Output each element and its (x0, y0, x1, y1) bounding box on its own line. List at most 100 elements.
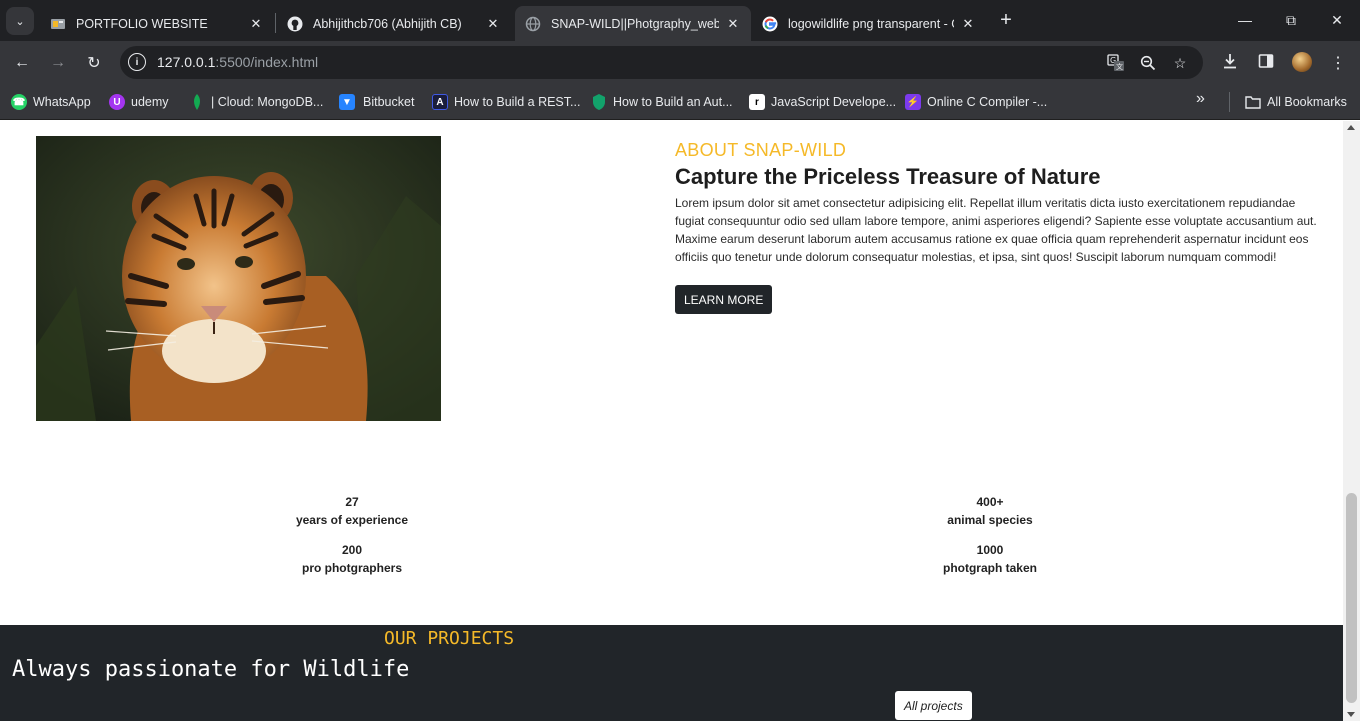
bookmarks-overflow-button[interactable]: » (1196, 90, 1205, 108)
google-icon (762, 16, 778, 32)
about-text: Lorem ipsum dolor sit amet consectetur a… (675, 196, 1317, 264)
udemy-icon: U (109, 94, 125, 110)
browser-toolbar: ← → ↻ i 127.0.0.1:5500/index.html G文 ☆ ⋮ (0, 41, 1360, 84)
arrow-right-icon: → (50, 54, 66, 71)
forward-button[interactable]: → (45, 50, 71, 76)
bookmark-label: Bitbucket (363, 95, 415, 109)
star-icon[interactable]: ☆ (1169, 52, 1191, 74)
auth0-icon: A (432, 94, 448, 110)
mongodb-icon (189, 94, 205, 110)
folder-icon (1245, 94, 1261, 110)
stat-value: 200 (341, 543, 363, 557)
bitbucket-icon: ▼ (339, 94, 355, 110)
minimize-icon: — (1238, 12, 1252, 28)
all-bookmarks-button[interactable]: All Bookmarks (1245, 92, 1347, 112)
plus-icon: + (1000, 8, 1012, 31)
bookmark-label: JavaScript Develope... (771, 95, 897, 109)
projects-title: Always passionate for Wildlife (12, 657, 410, 682)
bookmark-udemy[interactable]: U udemy (109, 92, 169, 112)
url-text[interactable]: 127.0.0.1:5500/index.html (157, 54, 318, 70)
double-chevron-right-icon: » (1196, 90, 1205, 107)
bookmark-mongodb[interactable]: | Cloud: MongoDB... (189, 92, 323, 112)
url-host: 127.0.0.1 (157, 54, 216, 70)
arrow-left-icon: ← (14, 54, 30, 71)
stat-label: pro photgraphers (301, 561, 402, 575)
tab-title: SNAP-WILD||Photgraphy_websi (551, 16, 719, 31)
reload-button[interactable]: ↻ (81, 50, 107, 76)
close-icon[interactable]: ✕ (485, 16, 501, 32)
close-icon: ✕ (1331, 11, 1343, 28)
menu-button[interactable]: ⋮ (1325, 50, 1351, 76)
projects-section: OUR PROJECTS Always passionate for Wildl… (0, 625, 1343, 721)
scrollbar-thumb[interactable] (1346, 493, 1357, 703)
scroll-up-icon[interactable] (1347, 125, 1355, 130)
stat-photographers: 200 pro photgraphers (242, 541, 462, 577)
about-title: Capture the Priceless Treasure of Nature (675, 164, 1101, 189)
bookmark-whatsapp[interactable]: ☎ WhatsApp (11, 92, 91, 112)
more-vert-icon: ⋮ (1330, 55, 1346, 72)
github-icon (287, 16, 303, 32)
reload-icon: ↻ (87, 55, 101, 72)
close-icon[interactable]: ✕ (725, 16, 741, 32)
shield-icon (591, 94, 607, 110)
stat-value: 1000 (976, 543, 1004, 557)
side-panel-icon (1258, 53, 1274, 74)
new-tab-button[interactable]: + (994, 8, 1018, 32)
projects-eyebrow: OUR PROJECTS (384, 628, 515, 649)
restore-icon: ⧉ (1286, 11, 1296, 28)
whatsapp-icon: ☎ (11, 94, 27, 110)
stat-label: years of experience (295, 513, 409, 527)
close-icon[interactable]: ✕ (248, 16, 264, 32)
bookmarks-bar: ☎ WhatsApp U udemy | Cloud: MongoDB... ▼… (0, 84, 1360, 120)
restore-button[interactable]: ⧉ (1279, 8, 1303, 32)
bookmark-rest[interactable]: A How to Build a REST... (432, 92, 580, 112)
tab-separator (275, 13, 276, 33)
tab-title: logowildlife png transparent - G (788, 16, 954, 31)
tab-title: Abhijithcb706 (Abhijith CB) (313, 16, 462, 31)
bookmark-javascript[interactable]: r JavaScript Develope... (749, 92, 896, 112)
learn-more-button[interactable]: LEARN MORE (675, 285, 773, 314)
bookmark-label: How to Build an Aut... (613, 95, 733, 109)
translate-icon[interactable]: G文 (1105, 52, 1127, 74)
bookmark-label: | Cloud: MongoDB... (211, 95, 324, 109)
scroll-down-icon[interactable] (1347, 712, 1355, 717)
close-window-button[interactable]: ✕ (1325, 8, 1349, 32)
profile-avatar[interactable] (1292, 52, 1312, 72)
bookmark-bitbucket[interactable]: ▼ Bitbucket (339, 92, 414, 112)
side-panel-button[interactable] (1253, 50, 1279, 76)
all-bookmarks-label: All Bookmarks (1267, 95, 1347, 109)
stat-label: animal species (947, 513, 1033, 527)
bookmark-compiler[interactable]: ⚡ Online C Compiler -... (905, 92, 1047, 112)
url-path: :5500/index.html (215, 54, 319, 70)
zoom-icon[interactable] (1137, 52, 1159, 74)
bookmark-label: WhatsApp (33, 95, 91, 109)
tab-portfolio[interactable]: PORTFOLIO WEBSITE ✕ (40, 6, 274, 41)
address-bar[interactable]: i 127.0.0.1:5500/index.html G文 ☆ (120, 46, 1203, 79)
bookmark-label: Online C Compiler -... (927, 95, 1048, 109)
chevron-down-icon: ⌄ (15, 15, 25, 28)
info-icon[interactable]: i (128, 53, 146, 71)
about-eyebrow: ABOUT SNAP-WILD (675, 140, 847, 160)
tab-strip: ⌄ PORTFOLIO WEBSITE ✕ Abhijithcb706 (Abh… (0, 0, 1360, 41)
tab-github[interactable]: Abhijithcb706 (Abhijith CB) ✕ (277, 6, 511, 41)
download-icon (1222, 53, 1238, 74)
svg-text:文: 文 (1116, 62, 1123, 71)
bookmark-auth[interactable]: How to Build an Aut... (591, 92, 733, 112)
tab-google[interactable]: logowildlife png transparent - G ✕ (752, 6, 986, 41)
download-button[interactable] (1217, 50, 1243, 76)
tab-search-button[interactable]: ⌄ (6, 7, 34, 35)
all-projects-button[interactable]: All projects (895, 691, 972, 720)
minimize-button[interactable]: — (1233, 8, 1257, 32)
stat-label: photgraph taken (942, 561, 1037, 575)
page-viewport: ABOUT SNAP-WILD Capture the Priceless Tr… (0, 121, 1343, 721)
back-button[interactable]: ← (9, 50, 35, 76)
bookmark-label: How to Build a REST... (454, 95, 581, 109)
portfolio-icon (50, 16, 66, 32)
tab-snap-wild[interactable]: SNAP-WILD||Photgraphy_websi ✕ (515, 6, 751, 41)
stat-years: 27 years of experience (242, 493, 462, 529)
stat-species: 400+ animal species (880, 493, 1100, 529)
stat-value: 27 (345, 495, 359, 509)
close-icon[interactable]: ✕ (960, 16, 976, 32)
globe-icon (525, 16, 541, 32)
page-scrollbar[interactable] (1343, 121, 1360, 721)
